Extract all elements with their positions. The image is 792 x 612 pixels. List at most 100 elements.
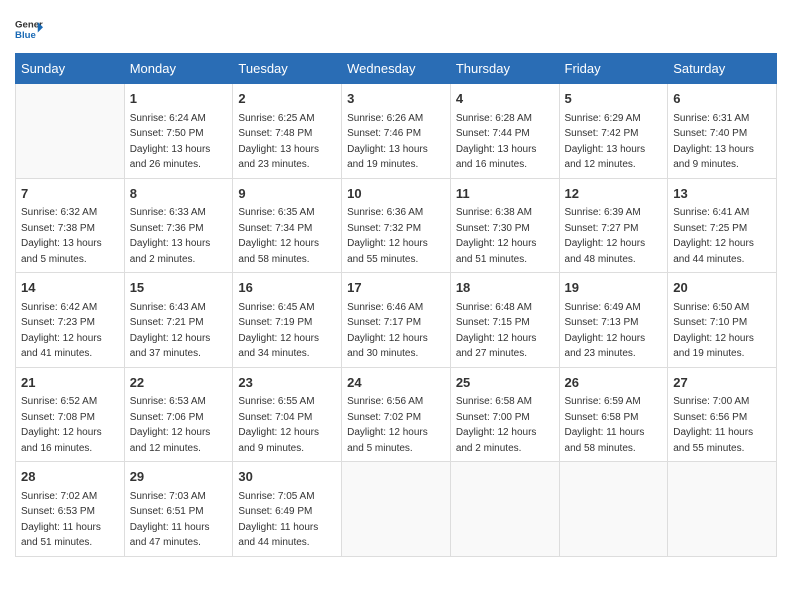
day-info: Sunrise: 7:00 AMSunset: 6:56 PMDaylight:…	[673, 394, 771, 456]
week-row-3: 14Sunrise: 6:42 AMSunset: 7:23 PMDayligh…	[16, 273, 777, 368]
calendar-cell: 19Sunrise: 6:49 AMSunset: 7:13 PMDayligh…	[559, 273, 668, 368]
calendar-cell: 18Sunrise: 6:48 AMSunset: 7:15 PMDayligh…	[450, 273, 559, 368]
calendar-header-row: SundayMondayTuesdayWednesdayThursdayFrid…	[16, 54, 777, 84]
day-number: 7	[21, 184, 119, 204]
day-info: Sunrise: 6:50 AMSunset: 7:10 PMDaylight:…	[673, 300, 771, 362]
calendar-cell: 17Sunrise: 6:46 AMSunset: 7:17 PMDayligh…	[342, 273, 451, 368]
week-row-4: 21Sunrise: 6:52 AMSunset: 7:08 PMDayligh…	[16, 367, 777, 462]
calendar-cell: 23Sunrise: 6:55 AMSunset: 7:04 PMDayligh…	[233, 367, 342, 462]
day-info: Sunrise: 6:55 AMSunset: 7:04 PMDaylight:…	[238, 394, 336, 456]
calendar-cell: 8Sunrise: 6:33 AMSunset: 7:36 PMDaylight…	[124, 178, 233, 273]
logo: General Blue	[15, 15, 43, 43]
day-info: Sunrise: 6:28 AMSunset: 7:44 PMDaylight:…	[456, 111, 554, 173]
calendar-cell: 21Sunrise: 6:52 AMSunset: 7:08 PMDayligh…	[16, 367, 125, 462]
day-info: Sunrise: 6:58 AMSunset: 7:00 PMDaylight:…	[456, 394, 554, 456]
calendar-cell: 22Sunrise: 6:53 AMSunset: 7:06 PMDayligh…	[124, 367, 233, 462]
calendar-cell: 4Sunrise: 6:28 AMSunset: 7:44 PMDaylight…	[450, 84, 559, 179]
day-info: Sunrise: 6:56 AMSunset: 7:02 PMDaylight:…	[347, 394, 445, 456]
calendar-cell: 26Sunrise: 6:59 AMSunset: 6:58 PMDayligh…	[559, 367, 668, 462]
day-info: Sunrise: 7:05 AMSunset: 6:49 PMDaylight:…	[238, 489, 336, 551]
day-info: Sunrise: 6:45 AMSunset: 7:19 PMDaylight:…	[238, 300, 336, 362]
day-number: 29	[130, 467, 228, 487]
calendar-cell: 29Sunrise: 7:03 AMSunset: 6:51 PMDayligh…	[124, 462, 233, 557]
day-info: Sunrise: 7:02 AMSunset: 6:53 PMDaylight:…	[21, 489, 119, 551]
calendar-cell: 16Sunrise: 6:45 AMSunset: 7:19 PMDayligh…	[233, 273, 342, 368]
calendar-cell	[16, 84, 125, 179]
day-number: 9	[238, 184, 336, 204]
calendar-cell: 30Sunrise: 7:05 AMSunset: 6:49 PMDayligh…	[233, 462, 342, 557]
day-info: Sunrise: 6:53 AMSunset: 7:06 PMDaylight:…	[130, 394, 228, 456]
week-row-1: 1Sunrise: 6:24 AMSunset: 7:50 PMDaylight…	[16, 84, 777, 179]
day-number: 3	[347, 89, 445, 109]
calendar-cell	[450, 462, 559, 557]
calendar-cell: 24Sunrise: 6:56 AMSunset: 7:02 PMDayligh…	[342, 367, 451, 462]
day-number: 11	[456, 184, 554, 204]
day-info: Sunrise: 6:26 AMSunset: 7:46 PMDaylight:…	[347, 111, 445, 173]
day-number: 27	[673, 373, 771, 393]
day-number: 26	[565, 373, 663, 393]
calendar-cell: 11Sunrise: 6:38 AMSunset: 7:30 PMDayligh…	[450, 178, 559, 273]
day-number: 19	[565, 278, 663, 298]
day-number: 2	[238, 89, 336, 109]
day-number: 14	[21, 278, 119, 298]
day-info: Sunrise: 6:32 AMSunset: 7:38 PMDaylight:…	[21, 205, 119, 267]
day-info: Sunrise: 7:03 AMSunset: 6:51 PMDaylight:…	[130, 489, 228, 551]
day-info: Sunrise: 6:24 AMSunset: 7:50 PMDaylight:…	[130, 111, 228, 173]
header: General Blue	[15, 15, 777, 43]
day-info: Sunrise: 6:29 AMSunset: 7:42 PMDaylight:…	[565, 111, 663, 173]
calendar-cell: 13Sunrise: 6:41 AMSunset: 7:25 PMDayligh…	[668, 178, 777, 273]
calendar-cell: 27Sunrise: 7:00 AMSunset: 6:56 PMDayligh…	[668, 367, 777, 462]
day-number: 10	[347, 184, 445, 204]
week-row-5: 28Sunrise: 7:02 AMSunset: 6:53 PMDayligh…	[16, 462, 777, 557]
day-info: Sunrise: 6:48 AMSunset: 7:15 PMDaylight:…	[456, 300, 554, 362]
day-number: 23	[238, 373, 336, 393]
day-info: Sunrise: 6:43 AMSunset: 7:21 PMDaylight:…	[130, 300, 228, 362]
day-number: 30	[238, 467, 336, 487]
logo-icon: General Blue	[15, 15, 43, 43]
day-number: 15	[130, 278, 228, 298]
calendar-cell: 15Sunrise: 6:43 AMSunset: 7:21 PMDayligh…	[124, 273, 233, 368]
day-info: Sunrise: 6:59 AMSunset: 6:58 PMDaylight:…	[565, 394, 663, 456]
calendar-cell	[668, 462, 777, 557]
day-header-saturday: Saturday	[668, 54, 777, 84]
day-info: Sunrise: 6:31 AMSunset: 7:40 PMDaylight:…	[673, 111, 771, 173]
day-number: 18	[456, 278, 554, 298]
calendar-cell: 6Sunrise: 6:31 AMSunset: 7:40 PMDaylight…	[668, 84, 777, 179]
calendar-cell: 12Sunrise: 6:39 AMSunset: 7:27 PMDayligh…	[559, 178, 668, 273]
day-header-tuesday: Tuesday	[233, 54, 342, 84]
day-header-sunday: Sunday	[16, 54, 125, 84]
day-number: 6	[673, 89, 771, 109]
day-header-wednesday: Wednesday	[342, 54, 451, 84]
day-info: Sunrise: 6:49 AMSunset: 7:13 PMDaylight:…	[565, 300, 663, 362]
day-number: 17	[347, 278, 445, 298]
day-number: 28	[21, 467, 119, 487]
day-info: Sunrise: 6:39 AMSunset: 7:27 PMDaylight:…	[565, 205, 663, 267]
calendar-cell: 1Sunrise: 6:24 AMSunset: 7:50 PMDaylight…	[124, 84, 233, 179]
day-info: Sunrise: 6:38 AMSunset: 7:30 PMDaylight:…	[456, 205, 554, 267]
day-info: Sunrise: 6:41 AMSunset: 7:25 PMDaylight:…	[673, 205, 771, 267]
calendar-cell: 3Sunrise: 6:26 AMSunset: 7:46 PMDaylight…	[342, 84, 451, 179]
day-number: 16	[238, 278, 336, 298]
day-info: Sunrise: 6:52 AMSunset: 7:08 PMDaylight:…	[21, 394, 119, 456]
calendar-cell: 28Sunrise: 7:02 AMSunset: 6:53 PMDayligh…	[16, 462, 125, 557]
calendar-cell: 7Sunrise: 6:32 AMSunset: 7:38 PMDaylight…	[16, 178, 125, 273]
day-info: Sunrise: 6:25 AMSunset: 7:48 PMDaylight:…	[238, 111, 336, 173]
day-header-thursday: Thursday	[450, 54, 559, 84]
day-header-monday: Monday	[124, 54, 233, 84]
week-row-2: 7Sunrise: 6:32 AMSunset: 7:38 PMDaylight…	[16, 178, 777, 273]
calendar-cell: 25Sunrise: 6:58 AMSunset: 7:00 PMDayligh…	[450, 367, 559, 462]
day-number: 8	[130, 184, 228, 204]
day-info: Sunrise: 6:46 AMSunset: 7:17 PMDaylight:…	[347, 300, 445, 362]
day-info: Sunrise: 6:35 AMSunset: 7:34 PMDaylight:…	[238, 205, 336, 267]
day-number: 13	[673, 184, 771, 204]
day-info: Sunrise: 6:33 AMSunset: 7:36 PMDaylight:…	[130, 205, 228, 267]
calendar-cell: 14Sunrise: 6:42 AMSunset: 7:23 PMDayligh…	[16, 273, 125, 368]
day-number: 5	[565, 89, 663, 109]
calendar-cell: 5Sunrise: 6:29 AMSunset: 7:42 PMDaylight…	[559, 84, 668, 179]
day-number: 4	[456, 89, 554, 109]
day-number: 1	[130, 89, 228, 109]
svg-text:Blue: Blue	[15, 30, 36, 41]
day-number: 20	[673, 278, 771, 298]
day-number: 21	[21, 373, 119, 393]
calendar-cell: 10Sunrise: 6:36 AMSunset: 7:32 PMDayligh…	[342, 178, 451, 273]
